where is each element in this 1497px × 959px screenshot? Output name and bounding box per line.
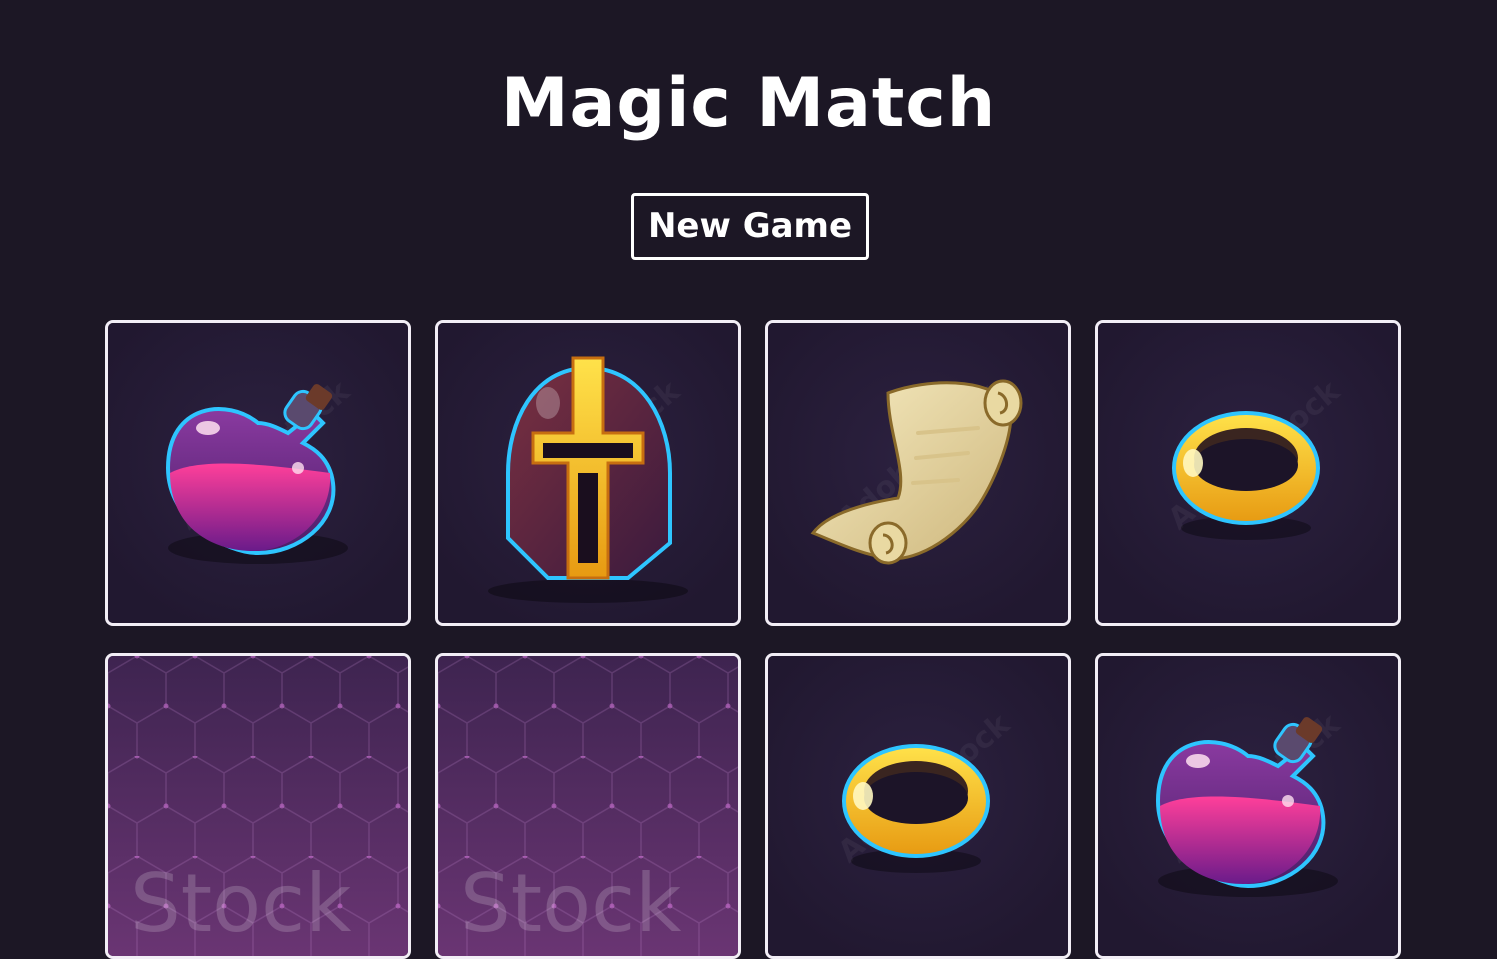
potion-icon: Adobe Stock xyxy=(108,323,408,623)
scroll-icon: Adobe Stock xyxy=(768,323,1068,623)
card-back: Stock xyxy=(438,656,738,956)
helmet-icon: Adobe Stock xyxy=(438,323,738,623)
svg-text:Stock: Stock xyxy=(460,857,682,950)
card-4[interactable]: Adobe Stock xyxy=(1095,320,1401,626)
ring-icon: Adobe Stock xyxy=(1098,323,1398,623)
svg-text:Stock: Stock xyxy=(130,857,352,950)
card-7[interactable]: Adobe Stock xyxy=(765,653,1071,959)
new-game-button[interactable]: New Game xyxy=(631,193,869,260)
game-title: Magic Match xyxy=(500,64,997,143)
card-back: Stock xyxy=(108,656,408,956)
card-2[interactable]: Adobe Stock xyxy=(435,320,741,626)
card-1[interactable]: Adobe Stock xyxy=(105,320,411,626)
card-5[interactable]: Stock xyxy=(105,653,411,959)
ring-icon: Adobe Stock xyxy=(768,656,1068,956)
card-8[interactable]: Adobe Stock xyxy=(1095,653,1401,959)
potion-icon: Adobe Stock xyxy=(1098,656,1398,956)
card-3[interactable]: Adobe Stock xyxy=(765,320,1071,626)
card-6[interactable]: Stock xyxy=(435,653,741,959)
